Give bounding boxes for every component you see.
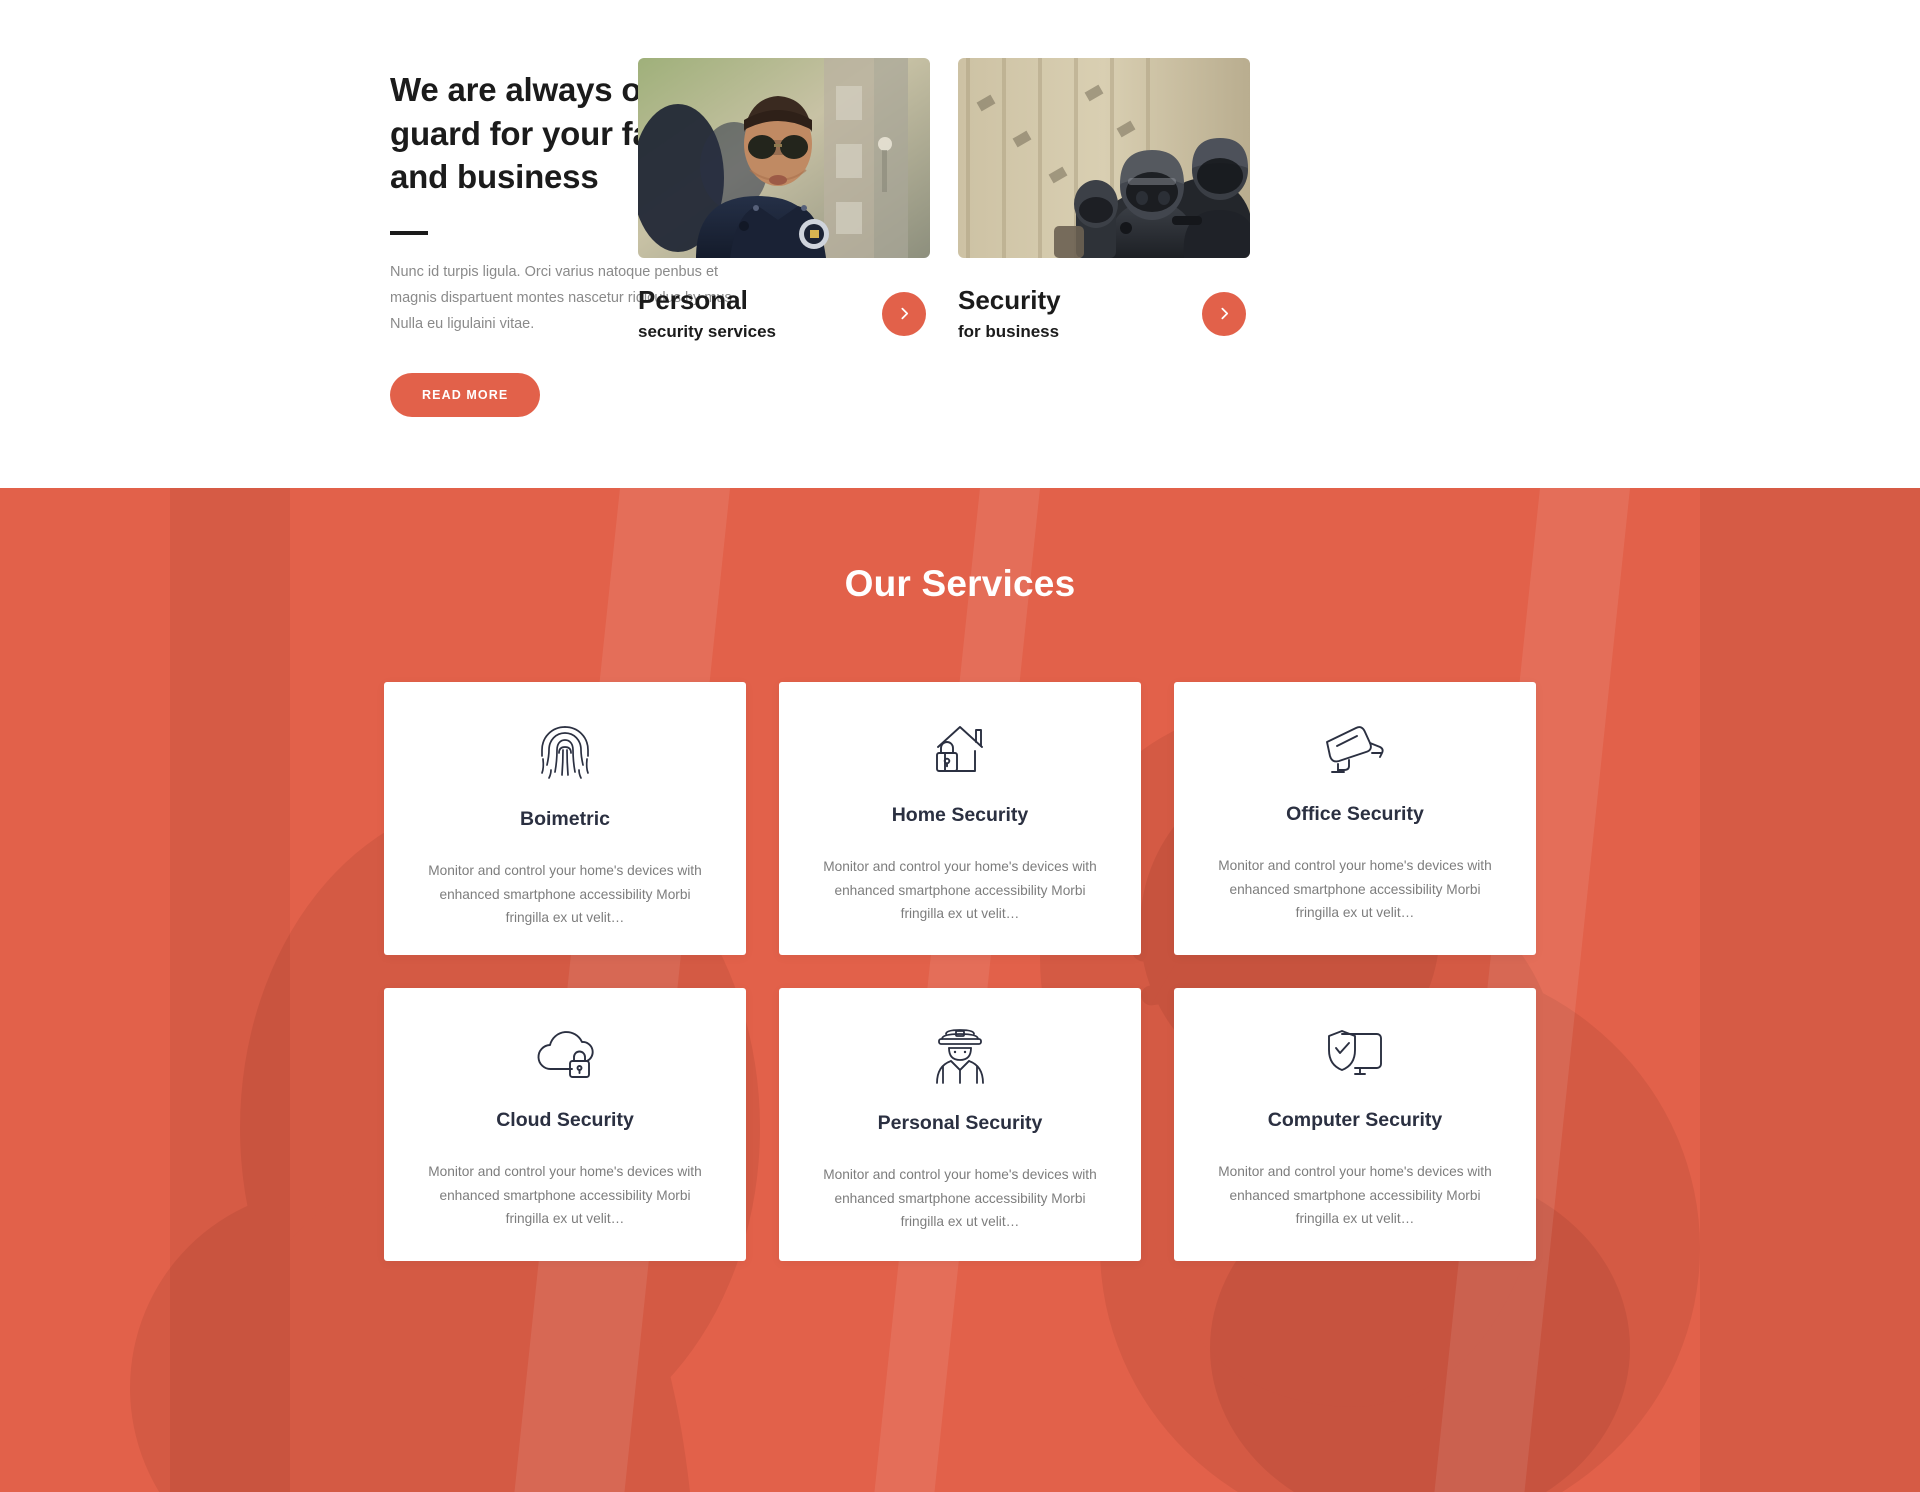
service-title-office-security: Office Security <box>1286 803 1424 826</box>
service-text-home-security: Monitor and control your home's devices … <box>823 859 1097 922</box>
chevron-right-icon-security[interactable] <box>1202 291 1246 336</box>
hero-container: We are always on guard for your family a… <box>390 0 1530 488</box>
promo-subtitle-security: for business <box>958 321 1060 341</box>
promo-image-security <box>958 58 1250 258</box>
service-title-personal-security: Personal Security <box>877 1112 1043 1134</box>
service-text-computer-security: Monitor and control your home's devices … <box>1218 1164 1492 1227</box>
promo-image-personal <box>638 58 930 258</box>
promo-title-personal: Personal <box>638 285 748 315</box>
service-title-computer-security: Computer Security <box>1267 1109 1443 1132</box>
service-title-cloud-security: Cloud Security <box>496 1109 634 1132</box>
service-card-personal-security[interactable]: Personal Security Monitor and control yo… <box>779 988 1141 1261</box>
services-section: Our Services Boimetric Monitor and contr… <box>0 488 1920 1492</box>
shield-monitor-icon <box>1325 1026 1385 1083</box>
hero-section: We are always on guard for your family a… <box>0 0 1920 488</box>
services-grid: Boimetric Monitor and control your home'… <box>384 682 1536 1261</box>
promo-footer-personal: Personal security services <box>638 286 930 342</box>
service-text-office-security: Monitor and control your home's devices … <box>1218 858 1492 921</box>
security-guard-icon <box>933 1026 987 1086</box>
service-title-home-security: Home Security <box>891 804 1029 826</box>
promo-labels-personal: Personal security services <box>638 286 776 342</box>
service-card-boimetric[interactable]: Boimetric Monitor and control your home'… <box>384 682 746 955</box>
service-text-personal-security: Monitor and control your home's devices … <box>823 1167 1097 1230</box>
read-more-button[interactable]: READ MORE <box>390 372 541 417</box>
promo-footer-security: Security for business <box>958 286 1250 342</box>
promo-subtitle-personal: security services <box>638 321 776 341</box>
services-heading: Our Services <box>844 563 1076 604</box>
promo-card-personal[interactable]: Personal security services <box>638 58 930 342</box>
service-text-cloud-security: Monitor and control your home's devices … <box>428 1164 702 1227</box>
service-card-home-security[interactable]: Home Security Monitor and control your h… <box>779 682 1141 955</box>
cctv-camera-icon <box>1323 720 1387 777</box>
service-card-office-security[interactable]: Office Security Monitor and control your… <box>1174 682 1536 955</box>
service-text-boimetric: Monitor and control your home's devices … <box>428 863 702 926</box>
promo-title-security: Security <box>958 285 1061 315</box>
chevron-right-icon-personal[interactable] <box>882 291 926 336</box>
service-title-boimetric: Boimetric <box>520 808 610 830</box>
service-card-cloud-security[interactable]: Cloud Security Monitor and control your … <box>384 988 746 1261</box>
cloud-lock-icon <box>534 1026 596 1083</box>
house-lock-icon <box>930 720 990 778</box>
promo-labels-security: Security for business <box>958 286 1061 342</box>
promo-card-security[interactable]: Security for business <box>958 58 1250 342</box>
service-card-computer-security[interactable]: Computer Security Monitor and control yo… <box>1174 988 1536 1261</box>
title-divider <box>390 230 428 235</box>
fingerprint-icon <box>536 720 594 782</box>
